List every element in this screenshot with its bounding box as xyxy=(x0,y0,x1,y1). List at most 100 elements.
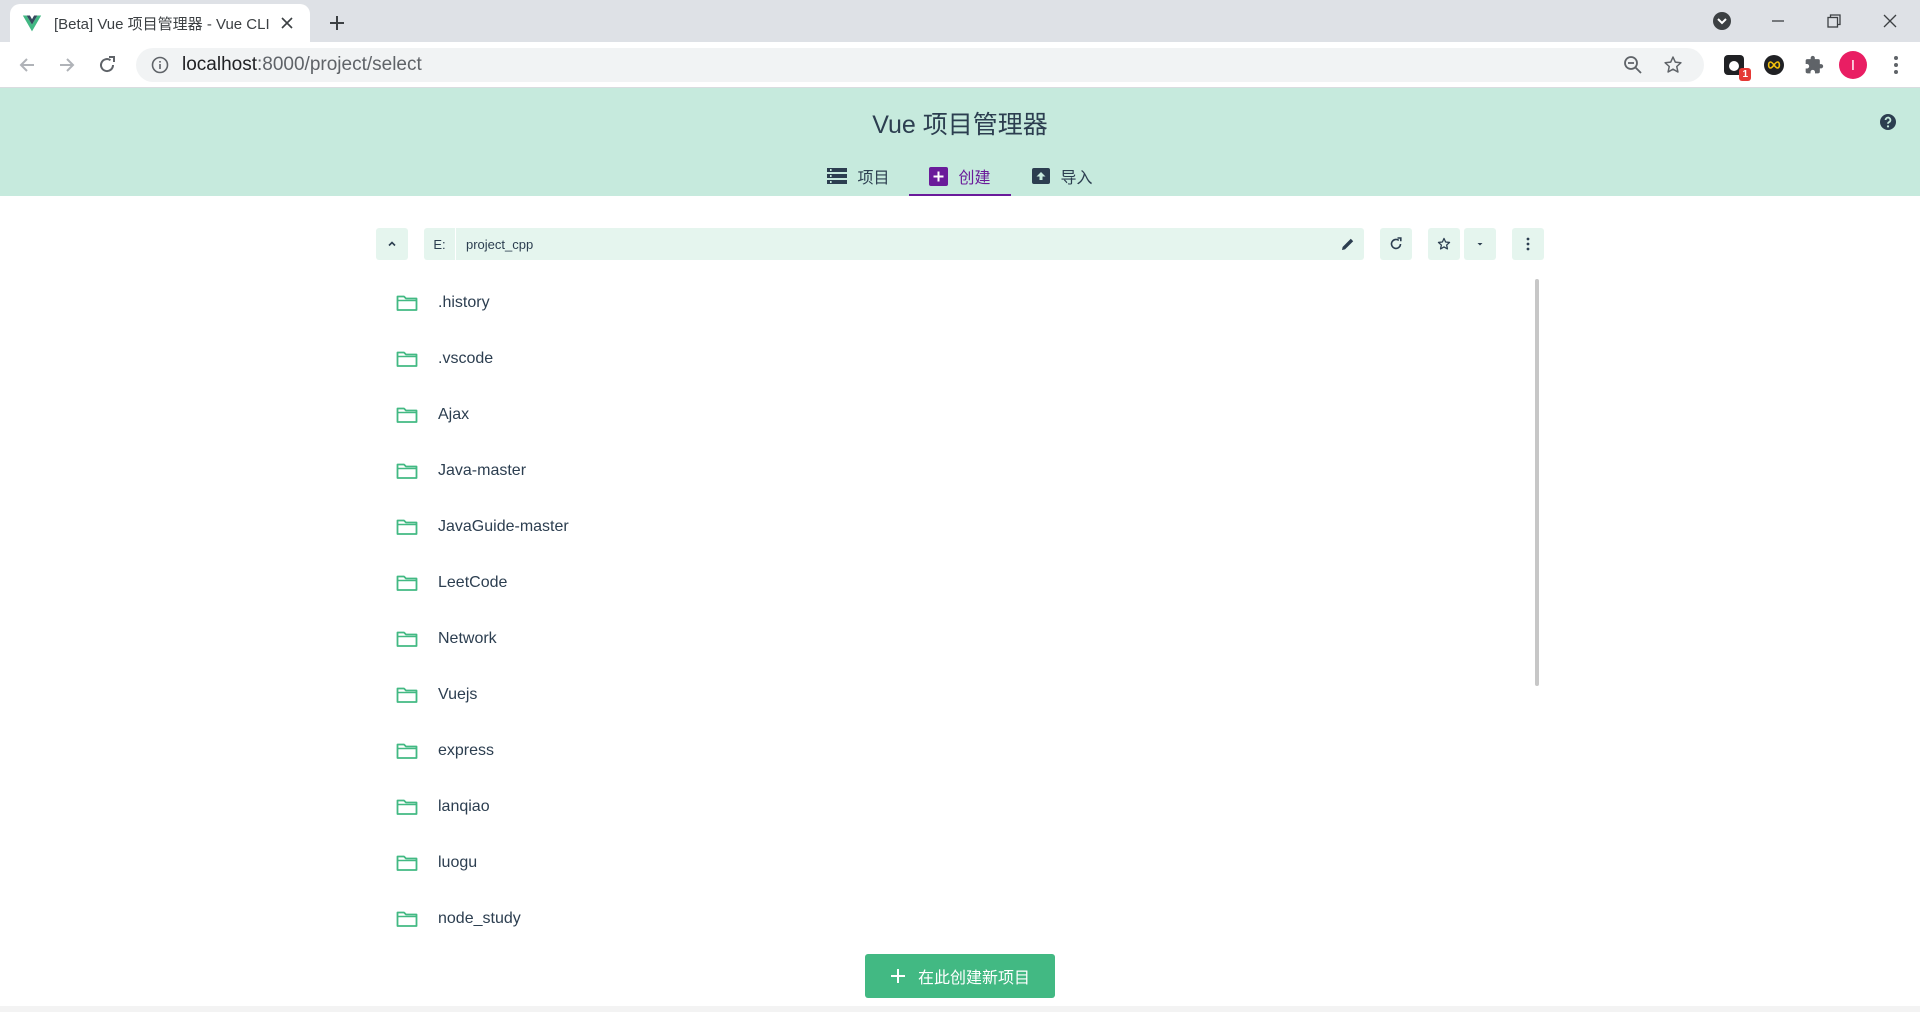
folder-name: luogu xyxy=(438,854,478,871)
minimize-icon xyxy=(1772,20,1784,22)
tab-label: 创建 xyxy=(958,170,991,187)
close-icon xyxy=(1883,14,1897,28)
path-field[interactable]: E: project_cpp xyxy=(424,228,1364,260)
path-drive[interactable]: E: xyxy=(424,228,456,260)
zoom-out-icon xyxy=(1624,56,1642,74)
folder-icon xyxy=(396,855,418,871)
restore-icon xyxy=(1827,14,1841,28)
arrow-left-icon xyxy=(19,58,34,72)
folder-item[interactable]: node_study xyxy=(376,891,1536,947)
folder-item[interactable]: LeetCode xyxy=(376,555,1536,611)
path-folder[interactable]: project_cpp xyxy=(456,237,1332,252)
folder-icon xyxy=(396,575,418,591)
reload-icon xyxy=(100,56,115,73)
minimize-button[interactable] xyxy=(1752,0,1804,42)
profile-avatar[interactable]: I xyxy=(1839,51,1867,79)
folder-item[interactable]: Network xyxy=(376,611,1536,667)
main-tabs: 项目 创建 导入 xyxy=(0,156,1920,196)
infinity-icon xyxy=(1764,55,1784,75)
pencil-icon xyxy=(1342,238,1354,250)
folder-item[interactable]: JavaGuide-master xyxy=(376,499,1536,555)
folder-name: Java-master xyxy=(438,462,527,479)
close-tab-icon[interactable] xyxy=(276,12,298,34)
star-icon xyxy=(1664,56,1682,73)
extensions-menu-button[interactable] xyxy=(1800,51,1828,79)
folder-icon xyxy=(396,463,418,479)
refresh-icon xyxy=(1390,237,1402,250)
chevron-down-circle-icon xyxy=(1713,12,1731,30)
star-outline-icon xyxy=(1437,237,1451,250)
list-icon xyxy=(827,168,848,184)
folder-item[interactable]: .history xyxy=(376,275,1536,331)
url-path: :8000/project/select xyxy=(257,54,422,75)
folder-list-scrollbar[interactable] xyxy=(1535,279,1539,686)
folder-item[interactable]: Vuejs xyxy=(376,667,1536,723)
folder-icon xyxy=(396,911,418,927)
address-bar[interactable]: localhost:8000/project/select xyxy=(136,48,1704,82)
site-info-icon[interactable] xyxy=(150,55,170,75)
edit-path-button[interactable] xyxy=(1332,228,1364,260)
zoom-button[interactable] xyxy=(1616,48,1650,82)
parent-folder-button[interactable] xyxy=(376,228,408,260)
browser-tab-strip: [Beta] Vue 项目管理器 - Vue CLI xyxy=(0,0,1920,42)
favorite-button[interactable] xyxy=(1428,228,1460,260)
create-button-label: 在此创建新项目 xyxy=(917,970,1030,987)
folder-name: Ajax xyxy=(438,406,470,423)
folder-path-bar: E: project_cpp xyxy=(376,228,1544,260)
caret-down-icon xyxy=(1477,243,1483,246)
tab-create[interactable]: 创建 xyxy=(909,156,1011,196)
folder-name: lanqiao xyxy=(438,798,490,815)
tab-label: 导入 xyxy=(1060,170,1093,187)
folder-list: .history .vscode Ajax Java-master JavaGuide-… xyxy=(376,275,1536,947)
add-box-icon xyxy=(929,166,949,186)
create-project-here-button[interactable]: 在此创建新项目 xyxy=(865,954,1055,998)
folder-icon xyxy=(396,519,418,535)
tab-label: 项目 xyxy=(857,170,890,187)
help-icon[interactable] xyxy=(1879,113,1897,131)
extension-button[interactable] xyxy=(1760,51,1788,79)
folder-item[interactable]: Java-master xyxy=(376,443,1536,499)
plus-icon xyxy=(890,969,905,983)
refresh-button[interactable] xyxy=(1380,228,1412,260)
more-vert-icon xyxy=(1894,56,1898,74)
extension-badge: 1 xyxy=(1739,68,1751,81)
arrow-right-icon xyxy=(60,58,75,72)
folder-item[interactable]: lanqiao xyxy=(376,779,1536,835)
browser-menu-button[interactable] xyxy=(1882,51,1910,79)
plus-icon xyxy=(330,16,344,30)
vue-logo-icon xyxy=(22,15,42,32)
folder-icon xyxy=(396,687,418,703)
reload-button[interactable] xyxy=(91,49,123,81)
bookmark-button[interactable] xyxy=(1656,48,1690,82)
restore-button[interactable] xyxy=(1808,0,1860,42)
folder-name: express xyxy=(438,742,495,759)
folder-item[interactable]: Ajax xyxy=(376,387,1536,443)
folder-item[interactable]: .vscode xyxy=(376,331,1536,387)
tab-search-button[interactable] xyxy=(1696,0,1748,42)
folder-name: LeetCode xyxy=(438,574,508,591)
puzzle-icon xyxy=(1805,55,1824,74)
folder-item[interactable]: express xyxy=(376,723,1536,779)
back-button[interactable] xyxy=(11,49,43,81)
unarchive-icon xyxy=(1031,168,1050,184)
folder-name: Network xyxy=(438,630,497,647)
forward-button[interactable] xyxy=(51,49,83,81)
tab-projects[interactable]: 项目 xyxy=(807,156,909,196)
folder-item[interactable]: luogu xyxy=(376,835,1536,891)
url-text: localhost:8000/project/select xyxy=(182,54,422,76)
more-options-button[interactable] xyxy=(1512,228,1544,260)
more-vert-icon xyxy=(1526,237,1530,251)
extension-button[interactable]: 1 xyxy=(1720,51,1751,81)
tab-import[interactable]: 导入 xyxy=(1011,156,1113,196)
folder-icon xyxy=(396,295,418,311)
browser-tab[interactable]: [Beta] Vue 项目管理器 - Vue CLI xyxy=(10,4,310,42)
folder-icon xyxy=(396,407,418,423)
folder-name: node_study xyxy=(438,910,521,927)
folder-name: Vuejs xyxy=(438,686,478,703)
folder-name: JavaGuide-master xyxy=(438,518,569,535)
close-window-button[interactable] xyxy=(1864,0,1916,42)
new-tab-button[interactable] xyxy=(322,8,352,38)
chevron-up-icon xyxy=(388,241,396,247)
folder-icon xyxy=(396,631,418,647)
favorites-dropdown-button[interactable] xyxy=(1464,228,1496,260)
